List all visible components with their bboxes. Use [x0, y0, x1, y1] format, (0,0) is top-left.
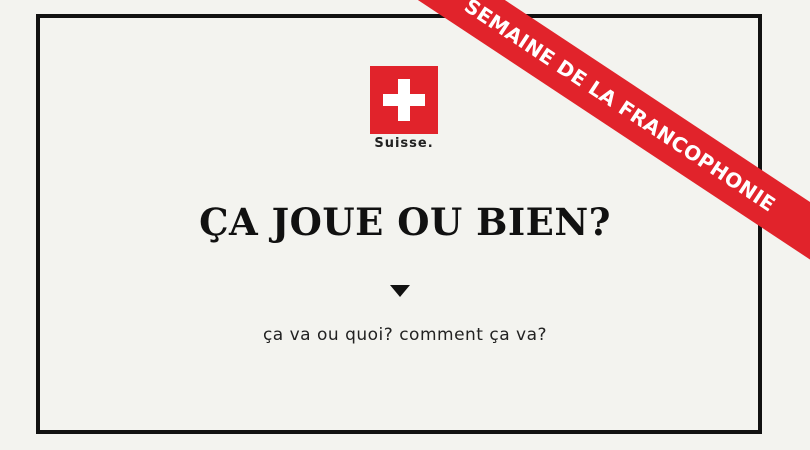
subtitle: ça va ou quoi? comment ça va?	[262, 325, 548, 345]
triangle-down-icon	[390, 285, 410, 297]
flag-cross-horizontal	[383, 94, 425, 106]
logo-text: Suisse.	[374, 136, 434, 151]
headline: ÇA JOUE OU BIEN?	[199, 200, 611, 244]
swiss-flag-icon	[370, 66, 438, 134]
